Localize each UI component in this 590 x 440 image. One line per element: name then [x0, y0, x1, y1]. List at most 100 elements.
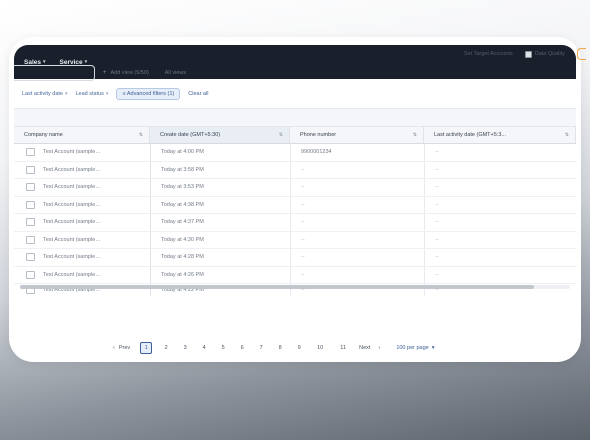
company-icon	[26, 235, 35, 244]
page-button[interactable]: 4	[199, 343, 209, 353]
page-button[interactable]: 3	[180, 343, 190, 353]
search-input[interactable]	[14, 65, 95, 81]
advanced-filters-label: Advanced filters (1)	[126, 91, 175, 97]
last-activity-date: --	[424, 214, 576, 231]
page-button[interactable]: 5	[218, 343, 228, 353]
create-date: Today at 3:53 PM	[150, 179, 290, 196]
data-quality-label: Data Quality	[534, 51, 565, 57]
phone-number: --	[290, 179, 424, 196]
filter-lead-status-label: Lead status	[75, 91, 104, 97]
column-header-label: Company name	[24, 132, 63, 138]
data-quality-button[interactable]: Data Quality	[524, 50, 565, 58]
sort-icon: ⇅	[138, 132, 143, 138]
column-header-create-date[interactable]: Create date (GMT+5:30) ⇅	[150, 127, 290, 143]
filter-last-activity-label: Last activity date	[22, 91, 63, 97]
sort-icon: ⇅	[278, 132, 283, 138]
page-button[interactable]: 11	[336, 343, 350, 353]
phone-number: --	[290, 214, 424, 231]
table-row[interactable]: Test Account (sample… Today at 4:37 PM -…	[14, 214, 576, 232]
last-activity-date: --	[424, 249, 576, 266]
create-date: Today at 4:37 PM	[150, 214, 290, 231]
sort-icon: ⇅	[564, 132, 569, 138]
page-button[interactable]: 7	[256, 343, 266, 353]
all-views-link[interactable]: All views	[165, 70, 186, 76]
last-activity-date: --	[424, 266, 576, 283]
company-name[interactable]: Test Account (sample…	[43, 254, 101, 260]
company-name[interactable]: Test Account (sample…	[43, 272, 101, 278]
per-page-label: 100 per page	[396, 345, 429, 351]
toolbar-right: Set Target Accounts Data Quality	[464, 48, 586, 60]
set-target-accounts-link[interactable]: Set Target Accounts	[464, 51, 513, 57]
phone-number: --	[290, 249, 424, 266]
create-date: Today at 4:30 PM	[150, 231, 290, 248]
filter-last-activity-date[interactable]: Last activity date ▾	[22, 91, 67, 97]
table-row[interactable]: Test Account (sample… Today at 4:26 PM -…	[14, 266, 576, 284]
column-header-label: Phone number	[300, 132, 337, 138]
filter-lead-status[interactable]: Lead status ▾	[75, 91, 108, 97]
last-activity-date: --	[424, 179, 576, 196]
column-header-last-activity-date[interactable]: Last activity date (GMT+5:3... ⇅	[424, 127, 576, 143]
phone-number: --	[290, 266, 424, 283]
table-row[interactable]: Test Account (sample… Today at 3:53 PM -…	[14, 179, 576, 197]
company-name[interactable]: Test Account (sample…	[43, 237, 101, 243]
prev-label: Prev	[118, 345, 131, 351]
horizontal-scrollbar-thumb[interactable]	[20, 285, 534, 289]
chevron-left-icon: ‹	[113, 345, 115, 351]
last-activity-date: --	[424, 161, 576, 178]
pagination: ‹ Prev 1 2 3 4 5 6 7 8 9 10 11 Next › 10…	[113, 342, 435, 354]
company-name[interactable]: Test Account (sample…	[43, 202, 101, 208]
views-row: + Add view (5/50) All views	[14, 65, 576, 81]
chevron-right-icon: ›	[378, 345, 381, 351]
company-icon	[26, 253, 35, 262]
next-label: Next	[359, 345, 371, 351]
page-button[interactable]: 6	[237, 343, 247, 353]
company-icon	[26, 270, 35, 279]
per-page-select[interactable]: 100 per page ▾	[396, 345, 434, 351]
column-header-company-name[interactable]: Company name ⇅	[14, 127, 150, 143]
next-page-button[interactable]: Next ›	[359, 345, 380, 351]
add-view-button[interactable]: Add view (5/50)	[111, 70, 149, 76]
company-name[interactable]: Test Account (sample…	[43, 184, 101, 190]
company-name[interactable]: Test Account (sample…	[43, 219, 101, 225]
plus-icon: +	[103, 70, 107, 76]
chevron-down-icon: ▾	[105, 91, 109, 97]
last-activity-date: --	[424, 196, 576, 213]
chevron-down-icon: ▾	[64, 91, 68, 97]
sort-icon: ⇅	[412, 132, 417, 138]
table-row[interactable]: Test Account (sample… Today at 4:28 PM -…	[14, 249, 576, 267]
last-activity-date: --	[424, 231, 576, 248]
table-row[interactable]: Test Account (sample… Today at 3:58 PM -…	[14, 161, 576, 179]
page-button-current[interactable]: 1	[140, 342, 153, 354]
page-button[interactable]: 8	[275, 343, 285, 353]
column-header-phone-number[interactable]: Phone number ⇅	[290, 127, 424, 143]
create-date: Today at 4:00 PM	[150, 144, 290, 161]
table-toolbar-band	[14, 108, 576, 127]
column-header-label: Create date (GMT+5:30)	[160, 132, 221, 138]
table-row[interactable]: Test Account (sample… Today at 4:38 PM -…	[14, 196, 576, 214]
table-row[interactable]: Test Account (sample… Today at 4:30 PM -…	[14, 231, 576, 249]
page-button[interactable]: 9	[294, 343, 304, 353]
page-button[interactable]: 10	[313, 343, 327, 353]
prev-page-button[interactable]: ‹ Prev	[113, 345, 130, 351]
table-header: Company name ⇅ Create date (GMT+5:30) ⇅ …	[14, 126, 576, 144]
advanced-filters-button[interactable]: ≡ Advanced filters (1)	[116, 88, 181, 100]
company-name[interactable]: Test Account (sample…	[43, 167, 101, 173]
create-date: Today at 3:58 PM	[150, 161, 290, 178]
column-header-label: Last activity date (GMT+5:3...	[434, 132, 506, 138]
company-name[interactable]: Test Account (sample…	[43, 149, 101, 155]
clear-all-link[interactable]: Clear all	[188, 91, 208, 97]
last-activity-date: --	[424, 144, 576, 161]
table-row[interactable]: Test Account (sample… Today at 4:00 PM 9…	[14, 144, 576, 162]
company-icon	[26, 183, 35, 192]
phone-number: --	[290, 196, 424, 213]
phone-number: --	[290, 231, 424, 248]
create-date: Today at 4:28 PM	[150, 249, 290, 266]
actions-button[interactable]	[577, 48, 586, 60]
company-icon	[26, 148, 35, 157]
company-icon	[26, 165, 35, 174]
data-table: Company name ⇅ Create date (GMT+5:30) ⇅ …	[14, 126, 576, 296]
phone-number: 9900001234	[290, 144, 424, 161]
page-button[interactable]: 2	[161, 343, 171, 353]
create-date: Today at 4:26 PM	[150, 266, 290, 283]
phone-number: --	[290, 161, 424, 178]
